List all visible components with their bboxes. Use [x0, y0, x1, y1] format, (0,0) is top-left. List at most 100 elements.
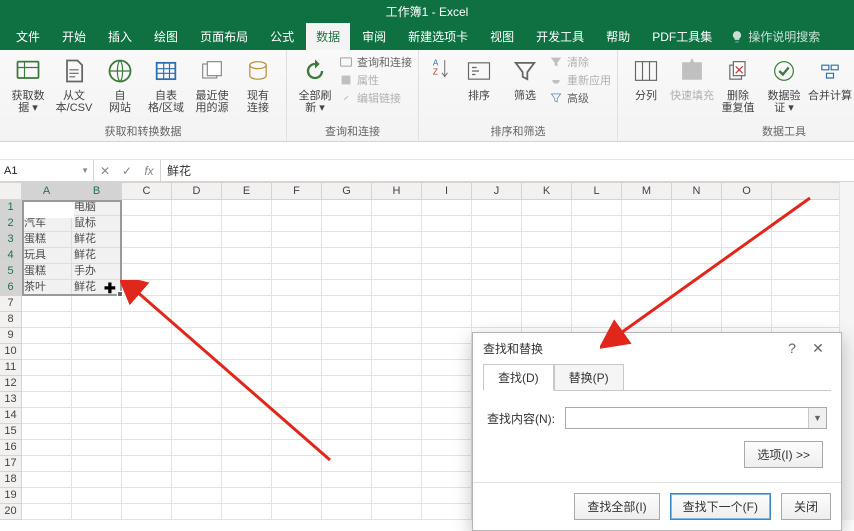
cell[interactable] — [272, 248, 322, 264]
cell[interactable] — [722, 248, 772, 264]
find-all-button[interactable]: 查找全部(I) — [574, 493, 659, 520]
row-header[interactable]: 14 — [0, 408, 22, 424]
cell[interactable] — [722, 296, 772, 312]
cell[interactable] — [22, 376, 72, 392]
cell[interactable] — [722, 200, 772, 216]
get-data-button[interactable]: 获取数 据 ▾ — [6, 54, 50, 114]
cell[interactable] — [222, 504, 272, 520]
cell[interactable] — [72, 392, 122, 408]
cell[interactable] — [272, 264, 322, 280]
tab-help[interactable]: 帮助 — [596, 23, 640, 50]
cell[interactable] — [322, 440, 372, 456]
cell[interactable] — [172, 216, 222, 232]
cell[interactable] — [172, 472, 222, 488]
cell[interactable] — [322, 472, 372, 488]
cell[interactable] — [172, 392, 222, 408]
cell[interactable] — [122, 360, 172, 376]
cell[interactable] — [572, 280, 622, 296]
find-next-button[interactable]: 查找下一个(F) — [670, 493, 771, 520]
cell[interactable] — [122, 408, 172, 424]
cell[interactable] — [622, 296, 672, 312]
cell[interactable] — [22, 440, 72, 456]
cell[interactable] — [422, 440, 472, 456]
cell[interactable] — [222, 344, 272, 360]
cell[interactable]: 鲜花 — [22, 200, 72, 216]
row-header[interactable]: 20 — [0, 504, 22, 520]
tab-data[interactable]: 数据 — [306, 23, 350, 50]
cell[interactable] — [222, 440, 272, 456]
cell[interactable] — [272, 344, 322, 360]
tell-me[interactable]: 操作说明搜索 — [730, 23, 820, 50]
cell[interactable]: 玩具 — [22, 248, 72, 264]
cell[interactable] — [522, 312, 572, 328]
column-header[interactable]: C — [122, 182, 172, 200]
cell[interactable] — [572, 312, 622, 328]
cell[interactable] — [122, 328, 172, 344]
column-header[interactable]: I — [422, 182, 472, 200]
cell[interactable] — [372, 344, 422, 360]
cell[interactable] — [322, 296, 372, 312]
from-text-csv-button[interactable]: 从文 本/CSV — [52, 54, 96, 114]
row-header[interactable]: 4 — [0, 248, 22, 264]
cell[interactable] — [272, 200, 322, 216]
cell[interactable] — [372, 360, 422, 376]
cell[interactable]: 鲜花 — [72, 280, 122, 296]
cell[interactable] — [172, 344, 222, 360]
cell[interactable] — [322, 200, 372, 216]
cell[interactable] — [172, 264, 222, 280]
cell[interactable] — [72, 456, 122, 472]
cell[interactable] — [22, 408, 72, 424]
name-box[interactable]: A1 ▼ — [0, 160, 94, 181]
row-header[interactable]: 7 — [0, 296, 22, 312]
cell[interactable] — [372, 312, 422, 328]
cell[interactable] — [222, 200, 272, 216]
cell[interactable] — [372, 408, 422, 424]
cell[interactable]: 茶叶 — [22, 280, 72, 296]
cell[interactable] — [622, 312, 672, 328]
row-header[interactable]: 10 — [0, 344, 22, 360]
cell[interactable] — [272, 296, 322, 312]
cell[interactable]: 鲜花 — [72, 232, 122, 248]
cell[interactable] — [122, 488, 172, 504]
cell[interactable] — [422, 488, 472, 504]
remove-duplicates-button[interactable]: 删除 重复值 — [716, 54, 760, 114]
cell[interactable]: 汽车 — [22, 216, 72, 232]
cell[interactable] — [322, 424, 372, 440]
cell[interactable] — [72, 408, 122, 424]
cell[interactable] — [322, 408, 372, 424]
cell[interactable] — [272, 408, 322, 424]
tab-view[interactable]: 视图 — [480, 23, 524, 50]
cell[interactable] — [122, 504, 172, 520]
cell[interactable] — [272, 312, 322, 328]
cell[interactable] — [172, 328, 222, 344]
cell[interactable] — [372, 248, 422, 264]
cell[interactable] — [322, 456, 372, 472]
cell[interactable] — [472, 200, 522, 216]
cell[interactable] — [322, 216, 372, 232]
cell[interactable] — [222, 472, 272, 488]
cell[interactable] — [272, 440, 322, 456]
column-header[interactable]: A — [22, 182, 72, 200]
column-header[interactable]: E — [222, 182, 272, 200]
cell[interactable] — [372, 424, 422, 440]
cell[interactable] — [322, 232, 372, 248]
cell[interactable] — [72, 296, 122, 312]
cell[interactable] — [222, 248, 272, 264]
row-header[interactable]: 15 — [0, 424, 22, 440]
cell[interactable] — [322, 488, 372, 504]
cell[interactable] — [622, 232, 672, 248]
cell[interactable] — [472, 216, 522, 232]
cell[interactable] — [322, 328, 372, 344]
cell[interactable] — [472, 264, 522, 280]
cell[interactable] — [522, 248, 572, 264]
cell[interactable] — [672, 232, 722, 248]
cell[interactable] — [422, 232, 472, 248]
cell[interactable] — [72, 376, 122, 392]
advanced-filter-item[interactable]: 高级 — [549, 90, 611, 106]
cell[interactable] — [72, 312, 122, 328]
cell[interactable] — [622, 264, 672, 280]
consolidate-button[interactable]: 合并计算 — [808, 54, 852, 102]
cell[interactable] — [422, 456, 472, 472]
cell[interactable] — [22, 488, 72, 504]
cell[interactable] — [422, 360, 472, 376]
